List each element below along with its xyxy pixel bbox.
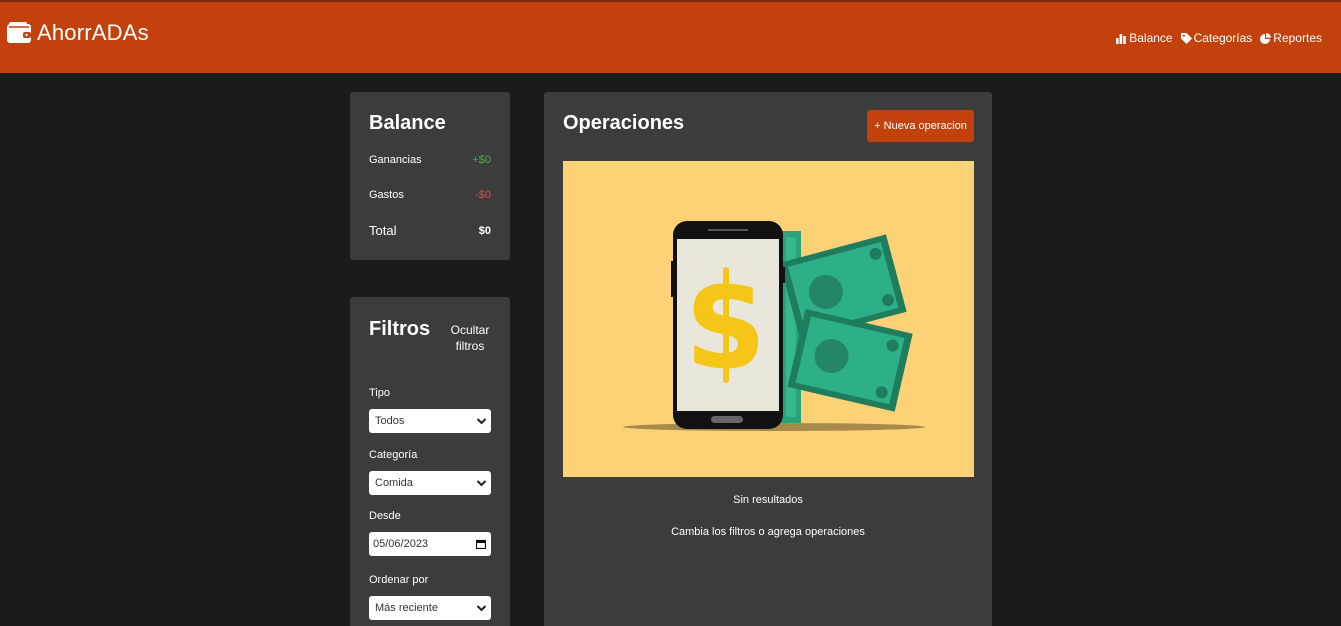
desde-date-input[interactable]: 05/06/2023 [369,532,491,556]
ganancias-label: Ganancias [369,154,422,166]
balance-title: Balance [369,112,446,134]
wallet-icon [7,22,31,43]
empty-state-subtitle: Cambia los filtros o agrega operaciones [671,526,865,538]
ordenar-select[interactable]: Más reciente [369,596,491,620]
tipo-label: Tipo [369,387,390,399]
gastos-label: Gastos [369,189,404,201]
tag-icon [1180,32,1192,44]
total-value: $0 [478,224,491,237]
nav-link-reportes[interactable]: Reportes [1260,31,1322,45]
desde-label: Desde [369,510,401,522]
brand-name: AhorrADAs [37,20,149,45]
operations-card: Operaciones + Nueva operacion S Sin resu… [544,92,992,626]
nav-links: Balance Categorías Reportes [1116,31,1322,45]
categoria-select-value: Comida [375,477,413,489]
empty-state-title: Sin resultados [733,494,803,506]
chevron-down-icon [476,418,487,425]
chevron-down-icon [476,480,487,487]
total-row: Total $0 [369,223,491,238]
new-operation-button[interactable]: + Nueva operacion [867,110,974,142]
gastos-row: Gastos -$0 [369,189,491,201]
ganancias-value: +$0 [472,154,491,166]
nav-link-balance[interactable]: Balance [1116,31,1173,45]
filters-card: Filtros Ocultar filtros Tipo Todos Categ… [350,297,510,626]
nav-link-label: Reportes [1273,31,1322,45]
pie-chart-icon [1260,32,1272,44]
empty-state-illustration: S [563,161,974,477]
chevron-down-icon [476,605,487,612]
categoria-select[interactable]: Comida [369,471,491,495]
filters-title: Filtros [369,318,431,340]
categoria-label: Categoría [369,449,418,461]
phone-money-illustration: S [623,221,925,431]
nav-link-label: Categorías [1193,31,1253,45]
bar-chart-icon [1116,33,1127,44]
calendar-icon[interactable] [476,539,486,549]
nav-link-label: Balance [1129,31,1173,45]
ganancias-row: Ganancias +$0 [369,154,491,166]
navbar: AhorrADAs Balance Categorías Reportes [0,0,1341,73]
brand-logo[interactable]: AhorrADAs [7,20,149,46]
hide-filters-link[interactable]: Ocultar filtros [445,322,495,354]
ordenar-label: Ordenar por [369,574,429,586]
tipo-select[interactable]: Todos [369,409,491,433]
svg-text:S: S [686,264,767,394]
ordenar-select-value: Más reciente [375,602,438,614]
gastos-value: -$0 [475,189,491,201]
tipo-select-value: Todos [375,415,405,427]
nav-link-categorias[interactable]: Categorías [1180,31,1253,45]
total-label: Total [369,223,397,238]
desde-date-value: 05/06/2023 [373,538,429,550]
balance-card: Balance Ganancias +$0 Gastos -$0 Total $… [350,92,510,260]
operations-title: Operaciones [563,112,685,134]
